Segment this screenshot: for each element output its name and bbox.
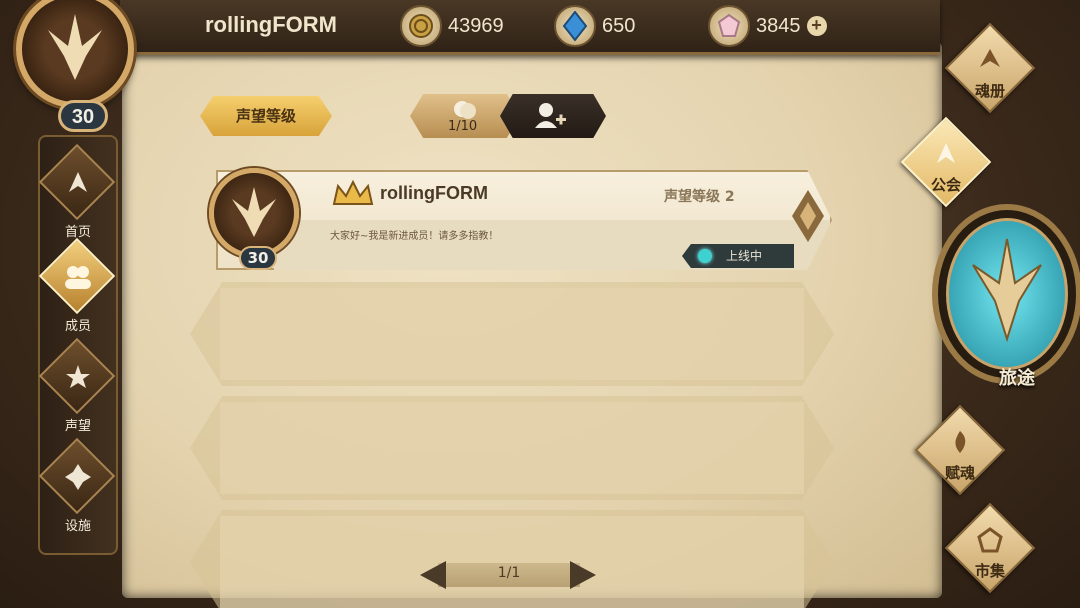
nav-members-label: 成员 (64, 319, 91, 334)
add-member-icon (535, 103, 566, 128)
guild-icon (924, 132, 968, 176)
nav-endow-soul[interactable]: 赋魂 (908, 404, 1018, 496)
invite-member-button[interactable] (500, 94, 606, 138)
nav-soul-book-label: 魂册 (974, 82, 1005, 100)
nav-soul-book[interactable]: 魂册 (938, 22, 1048, 114)
pink-gem-icon (708, 5, 750, 47)
member-count: 1/10 (448, 119, 478, 134)
member-message: 大家好~我是新进成员！请多多指教！ (330, 231, 499, 242)
nav-facilities-label: 设施 (64, 519, 91, 534)
crown-icon (332, 180, 374, 205)
player-name: rollingFORM (205, 12, 337, 37)
left-nav: 首页 成员 声望 设施 (38, 135, 118, 555)
resource-crystal[interactable]: 650 (554, 5, 636, 47)
member-level-badge: 30 (239, 246, 277, 270)
nav-guild-label: 公会 (930, 176, 961, 194)
gem-value: 3845 (756, 14, 801, 37)
nav-market[interactable]: 市集 (938, 502, 1048, 594)
journey-emblem-icon (972, 238, 1042, 343)
empty-member-slot (190, 396, 834, 500)
members-icon (56, 255, 100, 299)
online-dot-icon (698, 249, 712, 263)
nav-members[interactable]: 成员 (38, 237, 120, 339)
nav-journey-label: 旅途 (999, 368, 1035, 389)
resource-gem[interactable]: 3845 + (708, 5, 827, 47)
reputation-icon (56, 355, 100, 399)
endow-soul-icon (938, 420, 982, 464)
gold-coin-icon (400, 5, 442, 47)
empty-member-slot (190, 510, 834, 608)
online-status: 上线中 (682, 244, 794, 268)
pager: 1/1 (398, 560, 620, 590)
reputation-level-tab[interactable]: 声望等级 (200, 96, 332, 136)
nav-endow-soul-label: 赋魂 (944, 464, 975, 482)
home-icon (56, 161, 100, 205)
nav-guild[interactable]: 公会 (894, 116, 1004, 208)
member-reputation: 声望等级 2 (664, 189, 735, 205)
nav-home-label: 首页 (64, 225, 91, 240)
empty-member-slot (190, 282, 834, 386)
nav-home[interactable]: 首页 (38, 143, 120, 245)
blue-crystal-icon (554, 5, 596, 47)
player-level-badge: 30 (58, 100, 108, 132)
nav-reputation-label: 声望 (64, 419, 91, 434)
online-status-label: 上线中 (726, 249, 763, 263)
player-avatar[interactable]: 30 (6, 0, 148, 135)
member-options-icon[interactable] (788, 186, 828, 246)
guild-emblem-icon (48, 14, 102, 80)
gold-value: 43969 (448, 14, 504, 37)
member-name: rollingFORM (380, 183, 488, 203)
crystal-value: 650 (602, 14, 636, 37)
nav-market-label: 市集 (974, 562, 1005, 580)
nav-facilities[interactable]: 设施 (38, 437, 120, 539)
facilities-icon (56, 455, 100, 499)
resource-gold[interactable]: 43969 (400, 5, 504, 47)
add-gem-button[interactable]: + (806, 16, 827, 36)
nav-reputation[interactable]: 声望 (38, 337, 120, 439)
journey-button[interactable]: 旅途 (932, 204, 1080, 404)
member-emblem-icon (232, 187, 276, 237)
market-icon (968, 518, 1012, 562)
soul-book-icon (968, 38, 1012, 82)
page-indicator: 1/1 (497, 565, 521, 581)
